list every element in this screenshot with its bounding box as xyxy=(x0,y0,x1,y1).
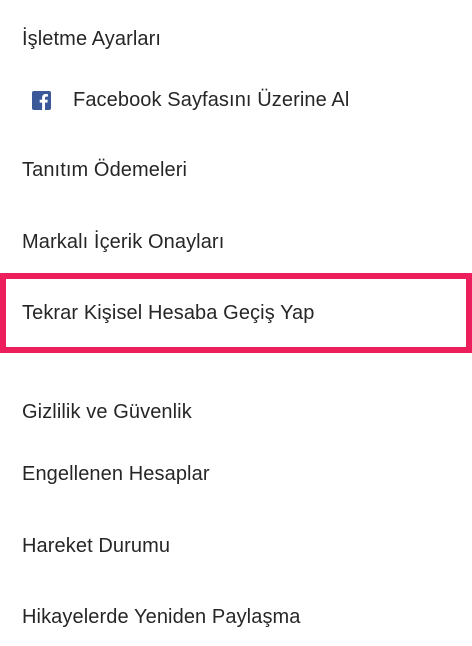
menu-item-take-over-facebook-page[interactable]: Facebook Sayfasını Üzerine Al xyxy=(0,80,472,120)
facebook-icon xyxy=(32,90,51,110)
menu-item-label: Hikayelerde Yeniden Paylaşma xyxy=(22,605,301,628)
menu-item-switch-to-personal-account[interactable]: Tekrar Kişisel Hesaba Geçiş Yap xyxy=(0,293,472,333)
menu-item-label: Hareket Durumu xyxy=(22,534,171,557)
menu-item-label: Gizlilik ve Güvenlik xyxy=(22,400,192,423)
menu-item-blocked-accounts[interactable]: Engellenen Hesaplar xyxy=(0,454,472,494)
menu-item-label: Tanıtım Ödemeleri xyxy=(22,158,188,181)
menu-item-label: Tekrar Kişisel Hesaba Geçiş Yap xyxy=(22,301,315,324)
highlight-box: Tekrar Kişisel Hesaba Geçiş Yap xyxy=(0,273,472,353)
menu-item-story-resharing[interactable]: Hikayelerde Yeniden Paylaşma xyxy=(0,597,472,637)
menu-item-label: Facebook Sayfasını Üzerine Al xyxy=(73,88,350,111)
menu-item-activity-status[interactable]: Hareket Durumu xyxy=(0,526,472,566)
menu-item-promotion-payments[interactable]: Tanıtım Ödemeleri xyxy=(0,150,472,190)
menu-item-branded-content-approvals[interactable]: Markalı İçerik Onayları xyxy=(0,222,472,262)
menu-item-label: Markalı İçerik Onayları xyxy=(22,230,225,253)
menu-item-label: Engellenen Hesaplar xyxy=(22,462,210,485)
settings-menu: İşletme Ayarları Facebook Sayfasını Üzer… xyxy=(0,0,472,646)
menu-item-privacy-security[interactable]: Gizlilik ve Güvenlik xyxy=(0,392,472,432)
menu-item-business-settings[interactable]: İşletme Ayarları xyxy=(0,19,472,59)
menu-item-label: İşletme Ayarları xyxy=(22,27,162,50)
